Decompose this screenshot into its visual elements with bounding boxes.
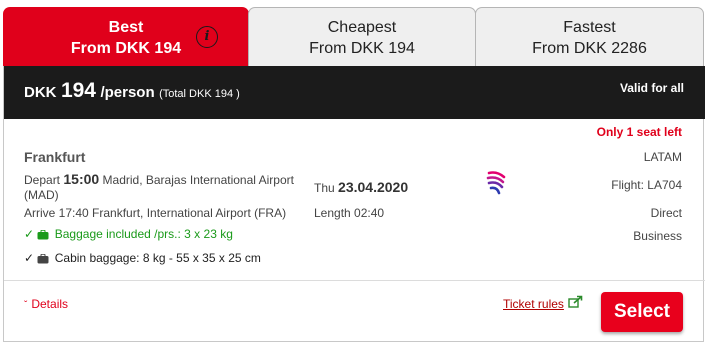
flight-day: Thu bbox=[314, 181, 335, 195]
flight-card: DKK 194 /person (Total DKK 194 ) Valid f… bbox=[3, 66, 705, 342]
price-per-person: DKK 194 /person (Total DKK 194 ) bbox=[24, 79, 240, 103]
info-icon[interactable]: i bbox=[196, 26, 218, 48]
flight-length: Length 02:40 bbox=[314, 206, 385, 220]
cabin-class: Business bbox=[633, 229, 682, 243]
cabin-bag-icon bbox=[37, 253, 49, 264]
depart-info: Depart 15:00 Madrid, Barajas Internation… bbox=[24, 172, 304, 203]
price-currency: DKK bbox=[24, 84, 57, 101]
price-bar: DKK 194 /person (Total DKK 194 ) Valid f… bbox=[4, 66, 705, 119]
baggage-text: Baggage included /prs.: 3 x 23 kg bbox=[54, 227, 233, 241]
select-button[interactable]: Select bbox=[601, 292, 683, 332]
arrive-info: Arrive 17:40 Frankfurt, International Ai… bbox=[24, 206, 287, 220]
chevron-down-icon: ˇ bbox=[24, 300, 28, 311]
checkmark-icon: ✓ bbox=[24, 251, 35, 265]
tab-fastest-price: From DKK 2286 bbox=[532, 40, 647, 57]
destination-city: Frankfurt bbox=[24, 149, 86, 165]
price-total: (Total DKK 194 ) bbox=[159, 88, 240, 100]
flight-number: Flight: LA704 bbox=[611, 178, 682, 192]
depart-label: Depart bbox=[24, 173, 61, 187]
price-amount: 194 bbox=[60, 79, 96, 102]
flight-date-value: 23.04.2020 bbox=[338, 179, 409, 195]
cabin-baggage-text: Cabin baggage: 8 kg - 55 x 35 x 25 cm bbox=[54, 251, 261, 265]
price-per-label: /person bbox=[100, 84, 155, 101]
tab-cheapest-price: From DKK 194 bbox=[309, 40, 415, 57]
tab-fastest[interactable]: Fastest From DKK 2286 bbox=[475, 7, 704, 66]
baggage-included: ✓ Baggage included /prs.: 3 x 23 kg bbox=[24, 227, 233, 241]
divider bbox=[4, 280, 705, 281]
details-label: Details bbox=[31, 297, 69, 311]
luggage-icon bbox=[37, 229, 49, 240]
tab-cheapest[interactable]: Cheapest From DKK 194 bbox=[248, 7, 476, 66]
valid-for-label: Valid for all bbox=[619, 81, 684, 95]
tab-best[interactable]: Best From DKK 194 i bbox=[3, 7, 249, 66]
flight-date: Thu 23.04.2020 bbox=[314, 179, 408, 195]
depart-time: 15:00 bbox=[63, 171, 100, 187]
flight-stops: Direct bbox=[650, 206, 682, 220]
airline-name: LATAM bbox=[643, 150, 682, 164]
cabin-baggage: ✓ Cabin baggage: 8 kg - 55 x 35 x 25 cm bbox=[24, 251, 261, 265]
tab-fastest-title: Fastest bbox=[563, 19, 616, 36]
checkmark-icon: ✓ bbox=[24, 227, 35, 241]
latam-logo-icon bbox=[486, 171, 506, 195]
seats-left-badge: Only 1 seat left bbox=[596, 125, 682, 139]
tab-cheapest-title: Cheapest bbox=[327, 19, 397, 36]
external-link-icon[interactable] bbox=[568, 295, 583, 308]
ticket-rules-link[interactable]: Ticket rules bbox=[503, 297, 564, 311]
details-link[interactable]: ˇ Details bbox=[24, 297, 68, 311]
